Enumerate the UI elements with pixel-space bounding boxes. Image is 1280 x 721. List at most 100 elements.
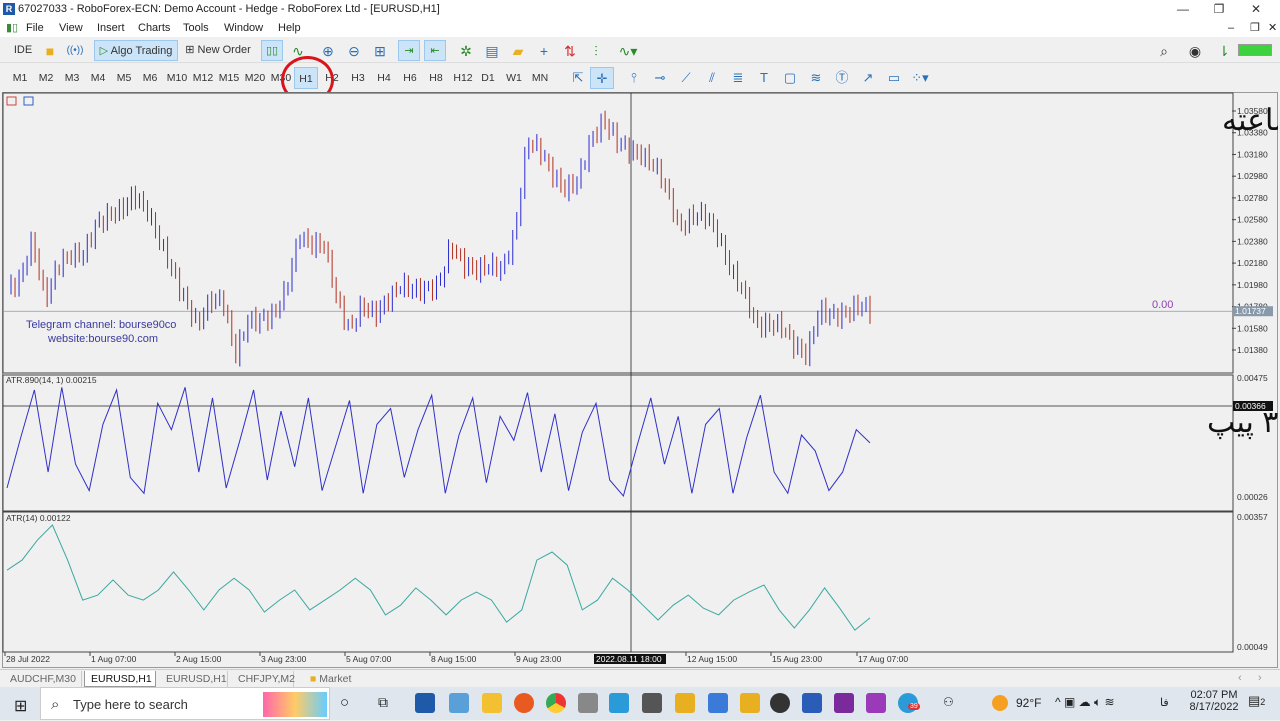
clock[interactable]: 02:07 PM 8/17/2022	[1186, 689, 1242, 713]
menu-help[interactable]: Help	[278, 19, 301, 37]
timeframe-h6[interactable]: H6	[398, 67, 422, 89]
timeframe-w1[interactable]: W1	[502, 67, 526, 89]
parallel-channel-icon[interactable]: ⫽	[700, 67, 724, 89]
gann-icon[interactable]: ≋	[804, 67, 828, 89]
menu-view[interactable]: View	[59, 19, 83, 37]
ide-button[interactable]: IDE	[10, 40, 36, 61]
crosshair-icon[interactable]: ✛	[590, 67, 614, 89]
timeframe-h8[interactable]: H8	[424, 67, 448, 89]
shapes-icon[interactable]: ▭	[882, 67, 906, 89]
app-icon-4[interactable]	[740, 693, 760, 713]
bars-icon[interactable]: ⫶	[587, 42, 605, 60]
timeframe-m6[interactable]: M6	[138, 67, 162, 89]
folder-icon[interactable]: ▰	[509, 42, 527, 60]
settings-icon[interactable]: ✲	[457, 42, 475, 60]
timeframe-d1[interactable]: D1	[476, 67, 500, 89]
weather-icon[interactable]	[992, 695, 1008, 711]
file-explorer-icon[interactable]	[482, 693, 502, 713]
timeframe-m12[interactable]: M12	[190, 67, 216, 89]
firefox-icon[interactable]	[514, 693, 534, 713]
app-icon[interactable]	[449, 693, 469, 713]
market-bag-icon[interactable]: ■	[41, 42, 59, 60]
zoom-out-icon[interactable]: ⊖	[345, 42, 363, 60]
cortana-icon[interactable]: ○	[340, 694, 349, 711]
algo-trading-button[interactable]: ▷ Algo Trading	[94, 40, 178, 61]
new-order-button[interactable]: ⊞ New Order	[182, 40, 254, 61]
chart-window[interactable]: 1.03580 1.03380 1.03180 1.02980 1.02780 1.025…	[2, 92, 1278, 668]
menu-charts[interactable]: Charts	[138, 19, 170, 37]
trade-arrows-icon[interactable]: ⇅	[561, 42, 579, 60]
notifications-icon[interactable]: ▤2	[1248, 693, 1265, 709]
app-icon-2[interactable]	[609, 693, 629, 713]
people-icon[interactable]: ⚇	[943, 695, 954, 709]
chart-shift-button[interactable]: ⇤	[424, 40, 446, 61]
template-icon[interactable]: ▤	[483, 42, 501, 60]
calendar-icon[interactable]	[642, 693, 662, 713]
tray-icons[interactable]: ^ ▣ ☁ 🔈︎ ≋	[1055, 695, 1115, 710]
task-view-icon[interactable]: ⧉	[378, 694, 388, 711]
indicators-dropdown-icon[interactable]: ∿▾	[613, 42, 643, 60]
onenote-2-icon[interactable]	[866, 693, 886, 713]
tab-eurusd-h1[interactable]: EURUSD,H1	[160, 671, 228, 687]
mdi-close-button[interactable]: ✕	[1268, 19, 1277, 37]
remote-desktop-icon[interactable]	[708, 693, 728, 713]
arrow-icon[interactable]: ↗	[856, 67, 880, 89]
horizontal-line-icon[interactable]: ⊸	[648, 67, 672, 89]
timeframe-m5[interactable]: M5	[112, 67, 136, 89]
tab-eurusd-h1-active[interactable]: EURUSD,H1	[84, 671, 156, 687]
timeframe-m15[interactable]: M15	[216, 67, 242, 89]
timeframe-h4[interactable]: H4	[372, 67, 396, 89]
calculator-icon[interactable]	[578, 693, 598, 713]
objects-menu-icon[interactable]: ⁘▾	[908, 67, 932, 89]
timeframe-m3[interactable]: M3	[60, 67, 84, 89]
app-icon-3[interactable]	[675, 693, 695, 713]
tile-windows-icon[interactable]: ⊞	[371, 42, 389, 60]
timeframe-m4[interactable]: M4	[86, 67, 110, 89]
fibonacci-icon[interactable]: ≣	[726, 67, 750, 89]
cursor-icon[interactable]: ⇱	[566, 67, 590, 89]
trendline-icon[interactable]: ⟋	[674, 67, 698, 89]
maximize-button[interactable]: ❐	[1201, 0, 1237, 19]
timeframe-m1[interactable]: M1	[8, 67, 32, 89]
chrome-icon[interactable]	[546, 693, 566, 713]
tab-audchf-m30[interactable]: AUDCHF,M30	[4, 671, 82, 687]
word-icon[interactable]	[802, 693, 822, 713]
roboforex-app-icon[interactable]	[415, 693, 435, 713]
tab-market[interactable]: ■ Market	[304, 671, 366, 687]
menu-file[interactable]: File	[26, 19, 44, 37]
timeframe-m20[interactable]: M20	[242, 67, 268, 89]
menu-tools[interactable]: Tools	[183, 19, 209, 37]
label-icon[interactable]: Ⓣ	[830, 67, 854, 89]
account-icon[interactable]: ◉	[1186, 42, 1204, 60]
zoom-in-icon[interactable]: ⊕	[319, 42, 337, 60]
candlestick-chart-button[interactable]: ▯▯	[261, 40, 283, 61]
language-indicator[interactable]: فا	[1160, 696, 1169, 709]
vertical-line-icon[interactable]: ⫯	[622, 67, 646, 89]
indicator-icon[interactable]: +	[535, 42, 553, 60]
autoscroll-button[interactable]: ⇥	[398, 40, 420, 61]
weather-text[interactable]: 92°F	[1016, 696, 1041, 710]
menu-window[interactable]: Window	[224, 19, 263, 37]
menu-insert[interactable]: Insert	[97, 19, 125, 37]
timeframe-h3[interactable]: H3	[346, 67, 370, 89]
timeframe-h12[interactable]: H12	[450, 67, 476, 89]
app-w-icon[interactable]	[770, 693, 790, 713]
onenote-icon[interactable]	[834, 693, 854, 713]
mdi-restore-button[interactable]: ❐	[1250, 19, 1260, 37]
chart-canvas[interactable]: 1.035801.033801.031801.029801.027801.025…	[2, 92, 1278, 668]
tab-scroll-right[interactable]: ›	[1258, 672, 1262, 684]
minimize-button[interactable]: —	[1165, 0, 1201, 19]
rectangle-icon[interactable]: ▢	[778, 67, 802, 89]
signals-icon[interactable]: ((•))	[66, 42, 84, 60]
timeframe-mn[interactable]: MN	[528, 67, 552, 89]
timeframe-m2[interactable]: M2	[34, 67, 58, 89]
telegram-icon[interactable]: 39	[898, 693, 920, 713]
timeframe-m10[interactable]: M10	[164, 67, 190, 89]
search-icon[interactable]: ⌕	[1155, 42, 1173, 60]
mdi-minimize-button[interactable]: –	[1228, 19, 1234, 37]
windows-start-icon[interactable]: ⊞	[14, 696, 27, 716]
close-button[interactable]: ✕	[1238, 0, 1274, 19]
tab-chfjpy-m2[interactable]: CHFJPY,M2	[232, 671, 295, 687]
tab-scroll-left[interactable]: ‹	[1238, 672, 1242, 684]
text-icon[interactable]: T	[752, 67, 776, 89]
